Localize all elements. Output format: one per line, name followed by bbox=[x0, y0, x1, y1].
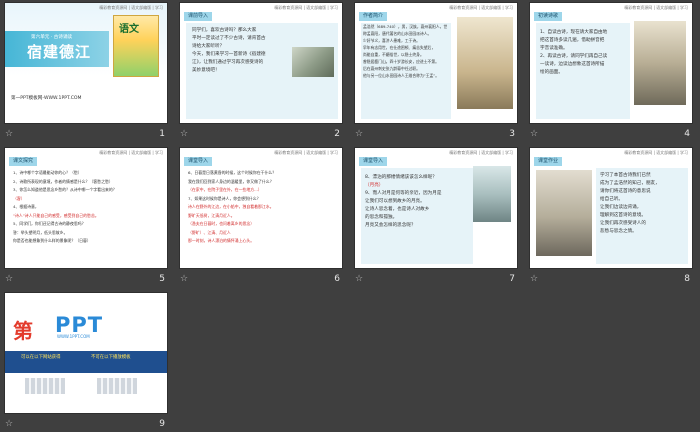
slide-text: 8、漂泊的那缕情绪该该怎么样呢？ （月亮） 9、而人对月是何等的亲近，因为月是 让我… bbox=[365, 175, 442, 228]
slide-text: 1、诗中哪个字语最能动你的心？（愁） 2、诗歌所表现的意境，作者的情感是什么？（客… bbox=[13, 170, 117, 243]
info-right-title: 不可在以下播放模板 bbox=[91, 355, 131, 360]
portrait-image bbox=[457, 17, 513, 109]
slide-header: 精彩教育资源网 | 语文部编版 | 学习 bbox=[99, 5, 163, 10]
star-icon[interactable]: ☆ bbox=[5, 419, 13, 429]
slide-number: 7 bbox=[509, 274, 515, 284]
star-icon[interactable]: ☆ bbox=[355, 274, 363, 284]
right-qr-strip bbox=[97, 378, 137, 394]
slide-title: 宿建德江 bbox=[27, 43, 92, 61]
slide-5-canvas: 精彩教育资源网 | 语文部编版 | 学习 课文探究 1、诗中哪个字语最能动你的心… bbox=[4, 147, 168, 269]
slide-number: 3 bbox=[509, 129, 515, 139]
slide-thumbnail-9[interactable]: 第 PPT WWW.1PPT.COM 可以在以下网站获得 不可在以下播放模板 ☆… bbox=[1, 290, 171, 430]
textbook-title: 语文 bbox=[119, 24, 139, 35]
slide-text: 同学们，喜欢古诗吗？那么大家 平时一定读过了不少古诗，请背首古 诗给大家听听？ 今天… bbox=[192, 28, 266, 73]
slide-7-canvas: 精彩教育资源网 | 语文部编版 | 学习 课堂导入 8、漂泊的那缕情绪该该怎么样… bbox=[354, 147, 518, 269]
section-tag: 作者简介 bbox=[359, 12, 388, 21]
moon-painting-image bbox=[473, 166, 511, 222]
slide-number: 8 bbox=[684, 274, 690, 284]
star-icon[interactable]: ☆ bbox=[5, 274, 13, 284]
slide-thumbnail-6[interactable]: 精彩教育资源网 | 语文部编版 | 学习 课堂导入 6、日暮是日落黄昏的时候，这… bbox=[176, 145, 346, 285]
slide-header: 精彩教育资源网 | 语文部编版 | 学习 bbox=[624, 150, 688, 155]
section-tag: 初读诗歌 bbox=[534, 12, 563, 21]
slide-number: 2 bbox=[334, 129, 340, 139]
slide-header: 精彩教育资源网 | 语文部编版 | 学习 bbox=[99, 150, 163, 155]
slide-text: 学习了本首古诗我们已然 成为了孟浩然的知己，朋友， 请你们将这首诗的意思说 给自己听… bbox=[600, 173, 660, 234]
slide-2-canvas: 精彩教育资源网 | 语文部编版 | 学习 课前导入 同学们，喜欢古诗吗？那么大家… bbox=[179, 2, 343, 124]
slide-3-canvas: 精彩教育资源网 | 语文部编版 | 学习 作者简介 孟浩然（689-740），男… bbox=[354, 2, 518, 124]
slide-thumbnail-4[interactable]: 精彩教育资源网 | 语文部编版 | 学习 初读诗歌 1、自读古诗，现在请大家自由… bbox=[526, 0, 696, 140]
info-left-title: 可以在以下网站获得 bbox=[21, 355, 61, 360]
star-icon[interactable]: ☆ bbox=[355, 129, 363, 139]
slide-number: 6 bbox=[334, 274, 340, 284]
star-icon[interactable]: ☆ bbox=[5, 129, 13, 139]
slide-number: 4 bbox=[684, 129, 690, 139]
star-icon[interactable]: ☆ bbox=[180, 129, 188, 139]
slide-text: 孟浩然（689-740），男，汉族，襄州襄阳人，世 称孟襄阳，唐代著名的山水田园派… bbox=[363, 24, 448, 78]
slide-header: 精彩教育资源网 | 语文部编版 | 学习 bbox=[274, 150, 338, 155]
slide-header: 精彩教育资源网 | 语文部编版 | 学习 bbox=[274, 5, 338, 10]
slide-8-canvas: 精彩教育资源网 | 语文部编版 | 学习 课堂作业 学习了本首古诗我们已然 成为了… bbox=[529, 147, 693, 269]
slide-text: 6、日暮是日落黄昏的时候，这个时候你在干什么？ 我在我们回到家人身边的温暖里，你又… bbox=[188, 170, 277, 243]
section-tag: 课文探究 bbox=[9, 157, 38, 166]
section-tag: 课堂导入 bbox=[184, 157, 213, 166]
section-tag: 课前导入 bbox=[184, 12, 213, 21]
slide-number: 9 bbox=[159, 419, 165, 429]
slide-6-canvas: 精彩教育资源网 | 语文部编版 | 学习 课堂导入 6、日暮是日落黄昏的时候，这… bbox=[179, 147, 343, 269]
brand-logo-mark: 第 bbox=[13, 319, 33, 343]
slide-thumbnail-7[interactable]: 精彩教育资源网 | 语文部编版 | 学习 课堂导入 8、漂泊的那缕情绪该该怎么样… bbox=[351, 145, 521, 285]
slide-thumbnail-8[interactable]: 精彩教育资源网 | 语文部编版 | 学习 课堂作业 学习了本首古诗我们已然 成为了… bbox=[526, 145, 696, 285]
slide-number: 1 bbox=[159, 129, 165, 139]
slide-thumbnail-5[interactable]: 精彩教育资源网 | 语文部编版 | 学习 课文探究 1、诗中哪个字语最能动你的心… bbox=[1, 145, 171, 285]
unit-subtitle: 第六单元 · 古诗诵读 bbox=[31, 35, 73, 40]
landscape-painting-image bbox=[292, 47, 334, 77]
star-icon[interactable]: ☆ bbox=[180, 274, 188, 284]
section-tag: 课堂作业 bbox=[534, 157, 563, 166]
slide-4-canvas: 精彩教育资源网 | 语文部编版 | 学习 初读诗歌 1、自读古诗，现在请大家自由… bbox=[529, 2, 693, 124]
slide-header: 精彩教育资源网 | 语文部编版 | 学习 bbox=[449, 5, 513, 10]
star-icon[interactable]: ☆ bbox=[530, 129, 538, 139]
slide-thumbnail-2[interactable]: 精彩教育资源网 | 语文部编版 | 学习 课前导入 同学们，喜欢古诗吗？那么大家… bbox=[176, 0, 346, 140]
slide-thumbnail-1[interactable]: 精彩教育资源网 | 语文部编版 | 学习 第六单元 · 古诗诵读 宿建德江 语文… bbox=[1, 0, 171, 140]
slide-header: 精彩教育资源网 | 语文部编版 | 学习 bbox=[624, 5, 688, 10]
slide-header: 精彩教育资源网 | 语文部编版 | 学习 bbox=[449, 150, 513, 155]
calligraphy-painting-image bbox=[634, 21, 686, 105]
footer-link: 第一PPT模板网-WWW.1PPT.COM bbox=[11, 96, 82, 101]
boat-painting-image bbox=[536, 170, 592, 256]
slide-9-canvas: 第 PPT WWW.1PPT.COM 可以在以下网站获得 不可在以下播放模板 bbox=[4, 292, 168, 414]
brand-url: WWW.1PPT.COM bbox=[57, 334, 90, 339]
slide-thumbnail-3[interactable]: 精彩教育资源网 | 语文部编版 | 学习 作者简介 孟浩然（689-740），男… bbox=[351, 0, 521, 140]
star-icon[interactable]: ☆ bbox=[530, 274, 538, 284]
section-tag: 课堂导入 bbox=[359, 157, 388, 166]
left-qr-strip bbox=[25, 378, 65, 394]
slide-number: 5 bbox=[159, 274, 165, 284]
slide-text: 1、自读古诗，现在请大家自由地 把这首诗多读几遍，借助拼音把 字音读准确。 2、再读… bbox=[540, 30, 608, 75]
slide-1-canvas: 精彩教育资源网 | 语文部编版 | 学习 第六单元 · 古诗诵读 宿建德江 语文… bbox=[4, 2, 168, 124]
